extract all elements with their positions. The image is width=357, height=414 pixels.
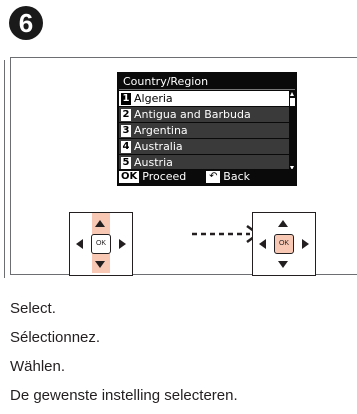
arrow-down-icon[interactable] [95,261,105,268]
ok-button[interactable]: OK [274,234,294,254]
instruction-en: Select. [10,300,56,317]
item-number: 3 [121,124,131,137]
proceed-label: Proceed [142,170,187,183]
list-item[interactable]: 3 Argentina [119,123,289,138]
instruction-de: Wählen. [10,358,66,375]
item-number: 4 [121,140,131,153]
arrow-left-icon[interactable] [259,239,266,249]
scrollbar[interactable] [290,92,295,170]
item-label: Antigua and Barbuda [134,108,251,121]
list-item[interactable]: 1 Algeria [119,91,289,106]
dpad-up-down[interactable]: OK [69,212,133,276]
list-item[interactable]: 2 Antigua and Barbuda [119,107,289,122]
item-number: 2 [121,108,131,121]
step-number-badge: 6 [9,6,43,40]
item-number: 1 [121,92,131,105]
arrow-left-icon[interactable] [76,239,83,249]
item-label: Algeria [134,92,173,105]
arrow-down-icon[interactable] [278,261,288,268]
instruction-fr: Sélectionnez. [10,329,101,346]
arrow-right-icon[interactable] [119,239,126,249]
ok-button[interactable]: OK [91,234,111,254]
arrow-up-icon[interactable] [278,220,288,227]
item-label: Austria [134,156,173,169]
item-label: Argentina [134,124,188,137]
previous-panel-edge [0,60,5,278]
scroll-up-icon [290,92,294,96]
lcd-footer: OK Proceed ↶ Back [119,169,295,184]
list-item[interactable]: 4 Australia [119,139,289,154]
scroll-thumb[interactable] [290,98,295,106]
instruction-nl: De gewenste instelling selecteren. [10,387,238,404]
lcd-title: Country/Region [119,74,295,90]
list-item[interactable]: 5 Austria [119,155,289,170]
back-label: Back [223,170,250,183]
lcd-screen: Country/Region 1 Algeria 2 Antigua and B… [117,72,297,186]
dpad-ok[interactable]: OK [252,212,316,276]
item-label: Australia [134,140,183,153]
item-number: 5 [121,156,131,169]
back-icon: ↶ [206,170,221,183]
arrow-up-icon[interactable] [95,220,105,227]
ok-chip: OK [119,170,140,183]
arrow-right-icon[interactable] [302,239,309,249]
